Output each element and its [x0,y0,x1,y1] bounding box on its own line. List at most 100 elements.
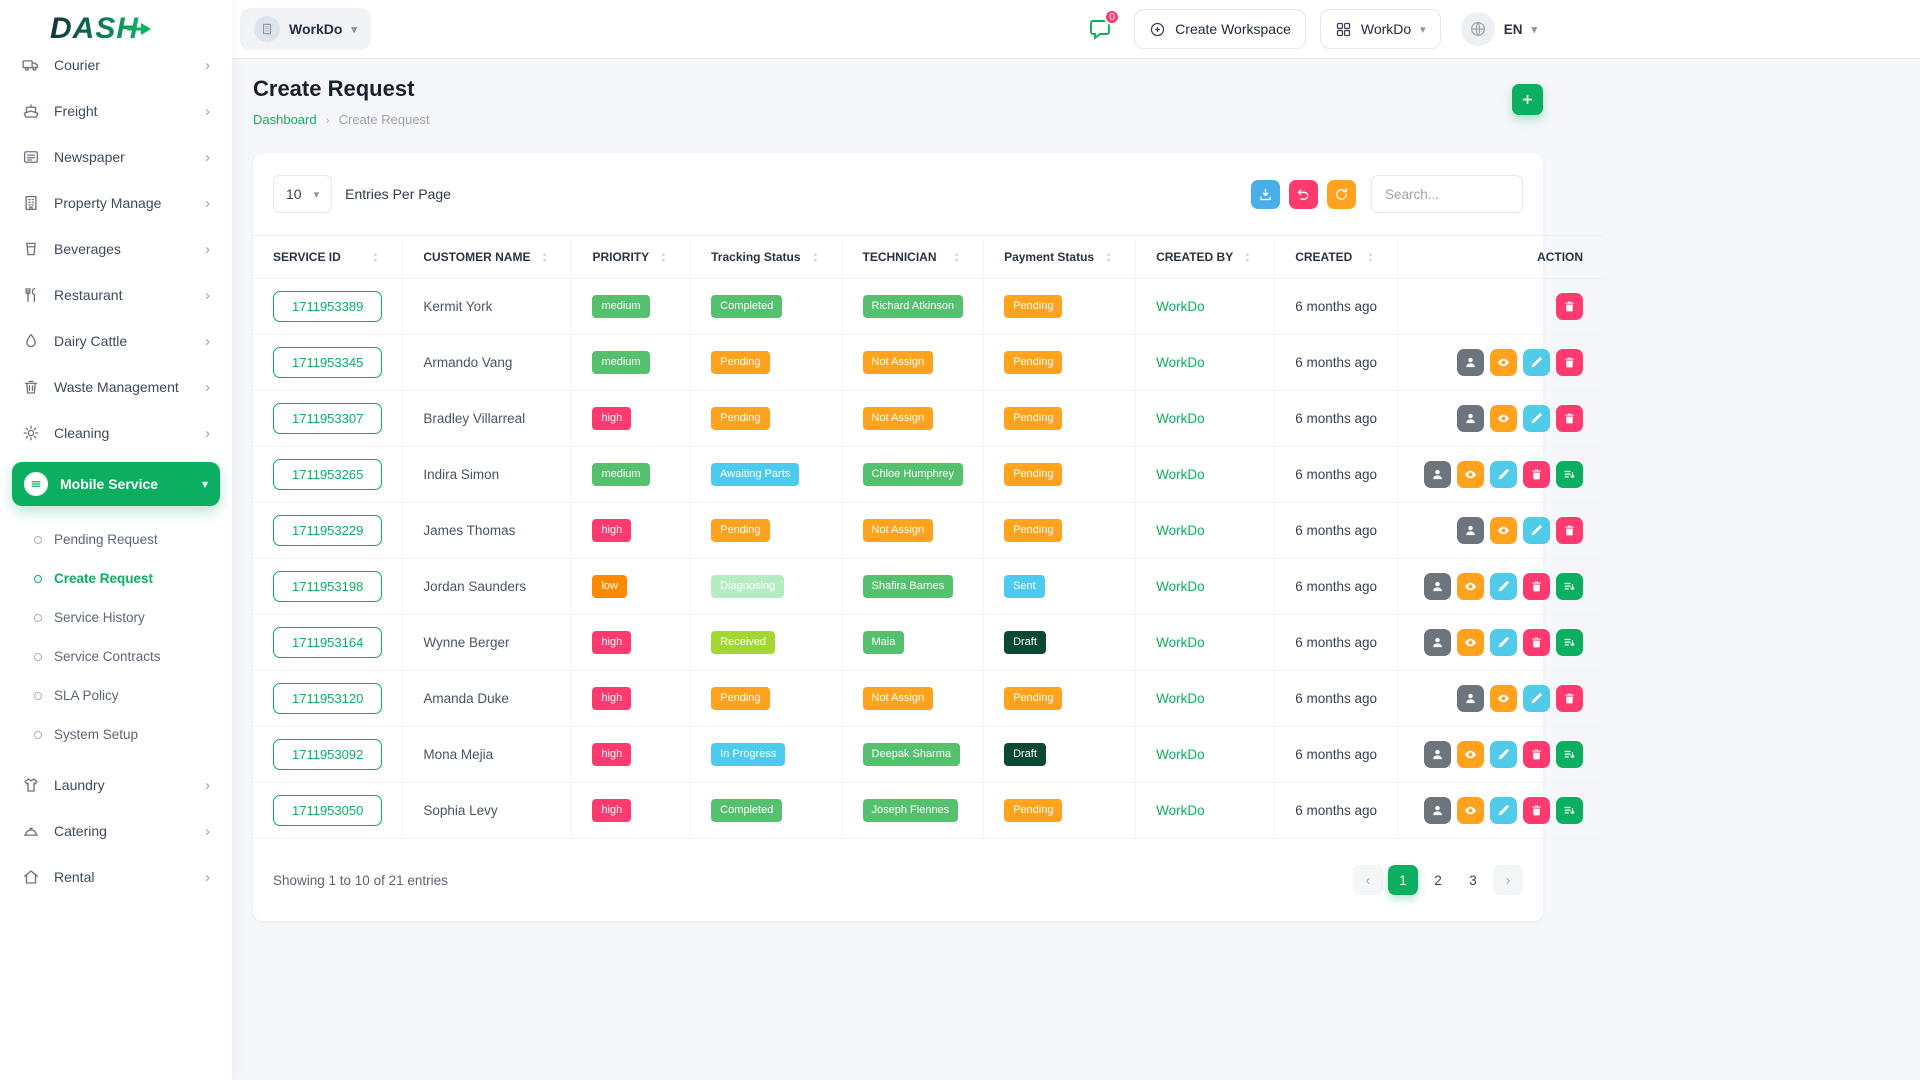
column-header-technician[interactable]: TECHNICIAN [842,236,984,279]
messages-button[interactable]: 0 [1080,9,1120,49]
sidebar-subitem-create-request[interactable]: Create Request [24,559,220,598]
eye-button[interactable] [1490,405,1517,432]
column-header-tracking-status[interactable]: Tracking Status [691,236,842,279]
list-button[interactable] [1556,629,1583,656]
service-id-link[interactable]: 1711953389 [273,291,382,322]
service-id-link[interactable]: 1711953092 [273,739,382,770]
pagination-previous[interactable]: ‹ [1353,865,1383,895]
column-header-created-by[interactable]: CREATED BY [1136,236,1275,279]
user-button[interactable] [1457,517,1484,544]
user-button[interactable] [1424,797,1451,824]
created-by-link[interactable]: WorkDo [1156,299,1205,314]
created-by-link[interactable]: WorkDo [1156,355,1205,370]
sidebar-item-beverages[interactable]: Beverages› [12,226,220,272]
delete-button[interactable] [1523,573,1550,600]
edit-button[interactable] [1523,685,1550,712]
eye-button[interactable] [1490,517,1517,544]
eye-button[interactable] [1457,741,1484,768]
sidebar-item-newspaper[interactable]: Newspaper› [12,134,220,180]
column-header-created[interactable]: CREATED [1275,236,1398,279]
service-id-link[interactable]: 1711953198 [273,571,382,602]
delete-button[interactable] [1556,517,1583,544]
list-button[interactable] [1556,461,1583,488]
sidebar-subitem-sla-policy[interactable]: SLA Policy [24,676,220,715]
delete-button[interactable] [1556,405,1583,432]
sidebar-item-property-manage[interactable]: Property Manage› [12,180,220,226]
service-id-link[interactable]: 1711953120 [273,683,382,714]
language-selector[interactable]: EN ▾ [1455,11,1543,47]
export-button[interactable] [1251,180,1280,209]
sidebar-item-mobile-service[interactable]: Mobile Service▾ [12,462,220,506]
sidebar-item-laundry[interactable]: Laundry› [12,762,220,808]
pagination-next[interactable]: › [1493,865,1523,895]
sidebar-item-restaurant[interactable]: Restaurant› [12,272,220,318]
user-button[interactable] [1424,573,1451,600]
created-by-link[interactable]: WorkDo [1156,523,1205,538]
edit-button[interactable] [1523,349,1550,376]
service-id-link[interactable]: 1711953229 [273,515,382,546]
created-by-link[interactable]: WorkDo [1156,691,1205,706]
eye-button[interactable] [1457,797,1484,824]
sidebar-item-dairy-cattle[interactable]: Dairy Cattle› [12,318,220,364]
delete-button[interactable] [1556,349,1583,376]
edit-button[interactable] [1523,405,1550,432]
brand-logo[interactable]: DASH [0,0,232,58]
sidebar-item-catering[interactable]: Catering› [12,808,220,854]
user-button[interactable] [1424,741,1451,768]
delete-button[interactable] [1523,741,1550,768]
breadcrumb-dashboard-link[interactable]: Dashboard [253,112,317,127]
user-button[interactable] [1424,629,1451,656]
service-id-link[interactable]: 1711953164 [273,627,382,658]
workdo-apps-button[interactable]: WorkDo ▾ [1320,9,1441,49]
delete-button[interactable] [1556,685,1583,712]
create-workspace-button[interactable]: Create Workspace [1134,9,1306,49]
delete-button[interactable] [1556,293,1583,320]
list-button[interactable] [1556,797,1583,824]
sidebar-item-waste-management[interactable]: Waste Management› [12,364,220,410]
edit-button[interactable] [1490,573,1517,600]
pagination-page-2[interactable]: 2 [1423,865,1453,895]
reset-button[interactable] [1289,180,1318,209]
edit-button[interactable] [1490,629,1517,656]
eye-button[interactable] [1490,349,1517,376]
edit-button[interactable] [1523,517,1550,544]
created-by-link[interactable]: WorkDo [1156,579,1205,594]
column-header-service-id[interactable]: SERVICE ID [253,236,403,279]
user-button[interactable] [1457,685,1484,712]
service-id-link[interactable]: 1711953050 [273,795,382,826]
sidebar-item-rental[interactable]: Rental› [12,854,220,900]
sidebar-item-cleaning[interactable]: Cleaning› [12,410,220,456]
eye-button[interactable] [1490,685,1517,712]
delete-button[interactable] [1523,797,1550,824]
sidebar-subitem-service-contracts[interactable]: Service Contracts [24,637,220,676]
service-id-link[interactable]: 1711953345 [273,347,382,378]
delete-button[interactable] [1523,629,1550,656]
column-header-payment-status[interactable]: Payment Status [984,236,1136,279]
created-by-link[interactable]: WorkDo [1156,411,1205,426]
column-header-customer-name[interactable]: CUSTOMER NAME [403,236,572,279]
user-button[interactable] [1424,461,1451,488]
pagination-page-3[interactable]: 3 [1458,865,1488,895]
pagination-page-1[interactable]: 1 [1388,865,1418,895]
eye-button[interactable] [1457,461,1484,488]
sidebar-subitem-pending-request[interactable]: Pending Request [24,520,220,559]
delete-button[interactable] [1523,461,1550,488]
edit-button[interactable] [1490,741,1517,768]
add-request-button[interactable] [1512,84,1543,115]
eye-button[interactable] [1457,629,1484,656]
eye-button[interactable] [1457,573,1484,600]
created-by-link[interactable]: WorkDo [1156,747,1205,762]
edit-button[interactable] [1490,461,1517,488]
created-by-link[interactable]: WorkDo [1156,635,1205,650]
entries-per-page-select[interactable]: 10 ▾ [273,175,332,213]
edit-button[interactable] [1490,797,1517,824]
sidebar-subitem-system-setup[interactable]: System Setup [24,715,220,754]
service-id-link[interactable]: 1711953307 [273,403,382,434]
created-by-link[interactable]: WorkDo [1156,467,1205,482]
user-button[interactable] [1457,405,1484,432]
created-by-link[interactable]: WorkDo [1156,803,1205,818]
user-button[interactable] [1457,349,1484,376]
search-input[interactable] [1371,175,1523,213]
column-header-priority[interactable]: PRIORITY [572,236,691,279]
workspace-switcher[interactable]: WorkDo ▾ [240,8,371,50]
